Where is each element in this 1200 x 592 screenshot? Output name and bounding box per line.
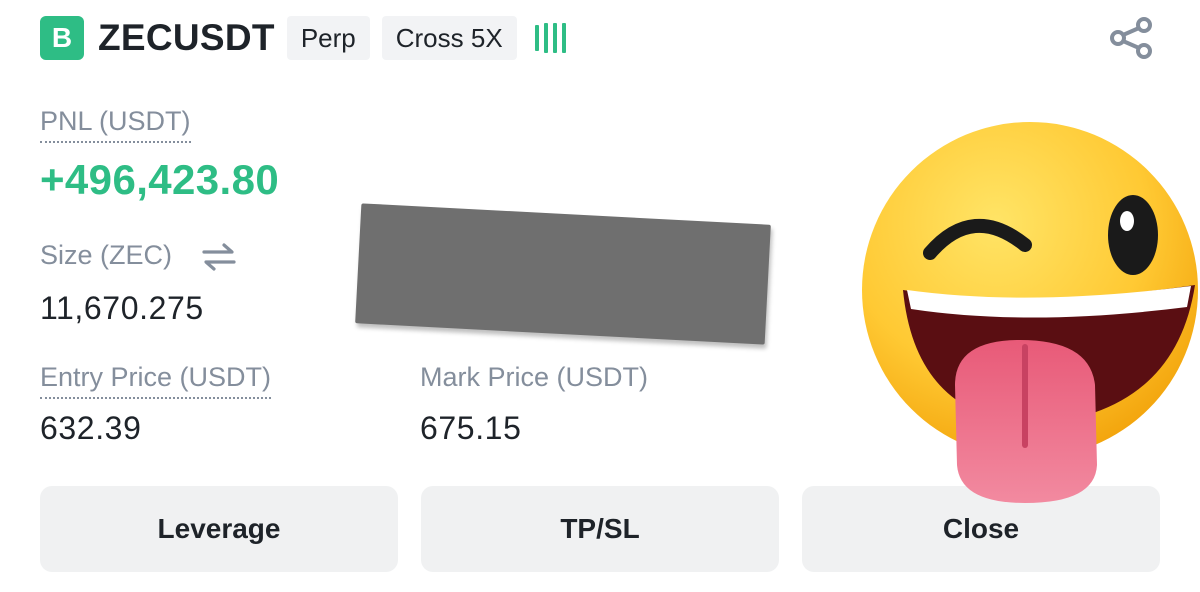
share-icon[interactable] xyxy=(1104,16,1160,60)
signal-bars-icon xyxy=(534,16,566,60)
margin-leverage-tag[interactable]: Cross 5X xyxy=(381,16,517,60)
entry-price-label[interactable]: Entry Price (USDT) xyxy=(40,362,272,399)
entry-price-value: 632.39 xyxy=(40,410,142,446)
redaction-bar xyxy=(355,203,771,345)
pnl-label[interactable]: PNL (USDT) xyxy=(40,106,191,143)
leverage-button[interactable]: Leverage xyxy=(40,486,398,572)
mark-price-value: 675.15 xyxy=(420,410,522,446)
mark-price-label: Mark Price (USDT) xyxy=(420,362,648,392)
contract-type-tag: Perp xyxy=(286,16,370,60)
size-label: Size (ZEC) xyxy=(40,240,173,270)
symbol-title[interactable]: ZECUSDT xyxy=(98,17,275,59)
position-header: B ZECUSDT Perp Cross 5X xyxy=(40,16,566,60)
swap-units-icon[interactable] xyxy=(200,242,238,272)
size-value: 11,670.275 xyxy=(40,290,204,326)
tpsl-button[interactable]: TP/SL xyxy=(421,486,779,572)
pnl-value: +496,423.80 xyxy=(40,156,280,203)
winking-tongue-emoji-icon xyxy=(862,122,1198,503)
exchange-badge: B xyxy=(40,16,84,60)
